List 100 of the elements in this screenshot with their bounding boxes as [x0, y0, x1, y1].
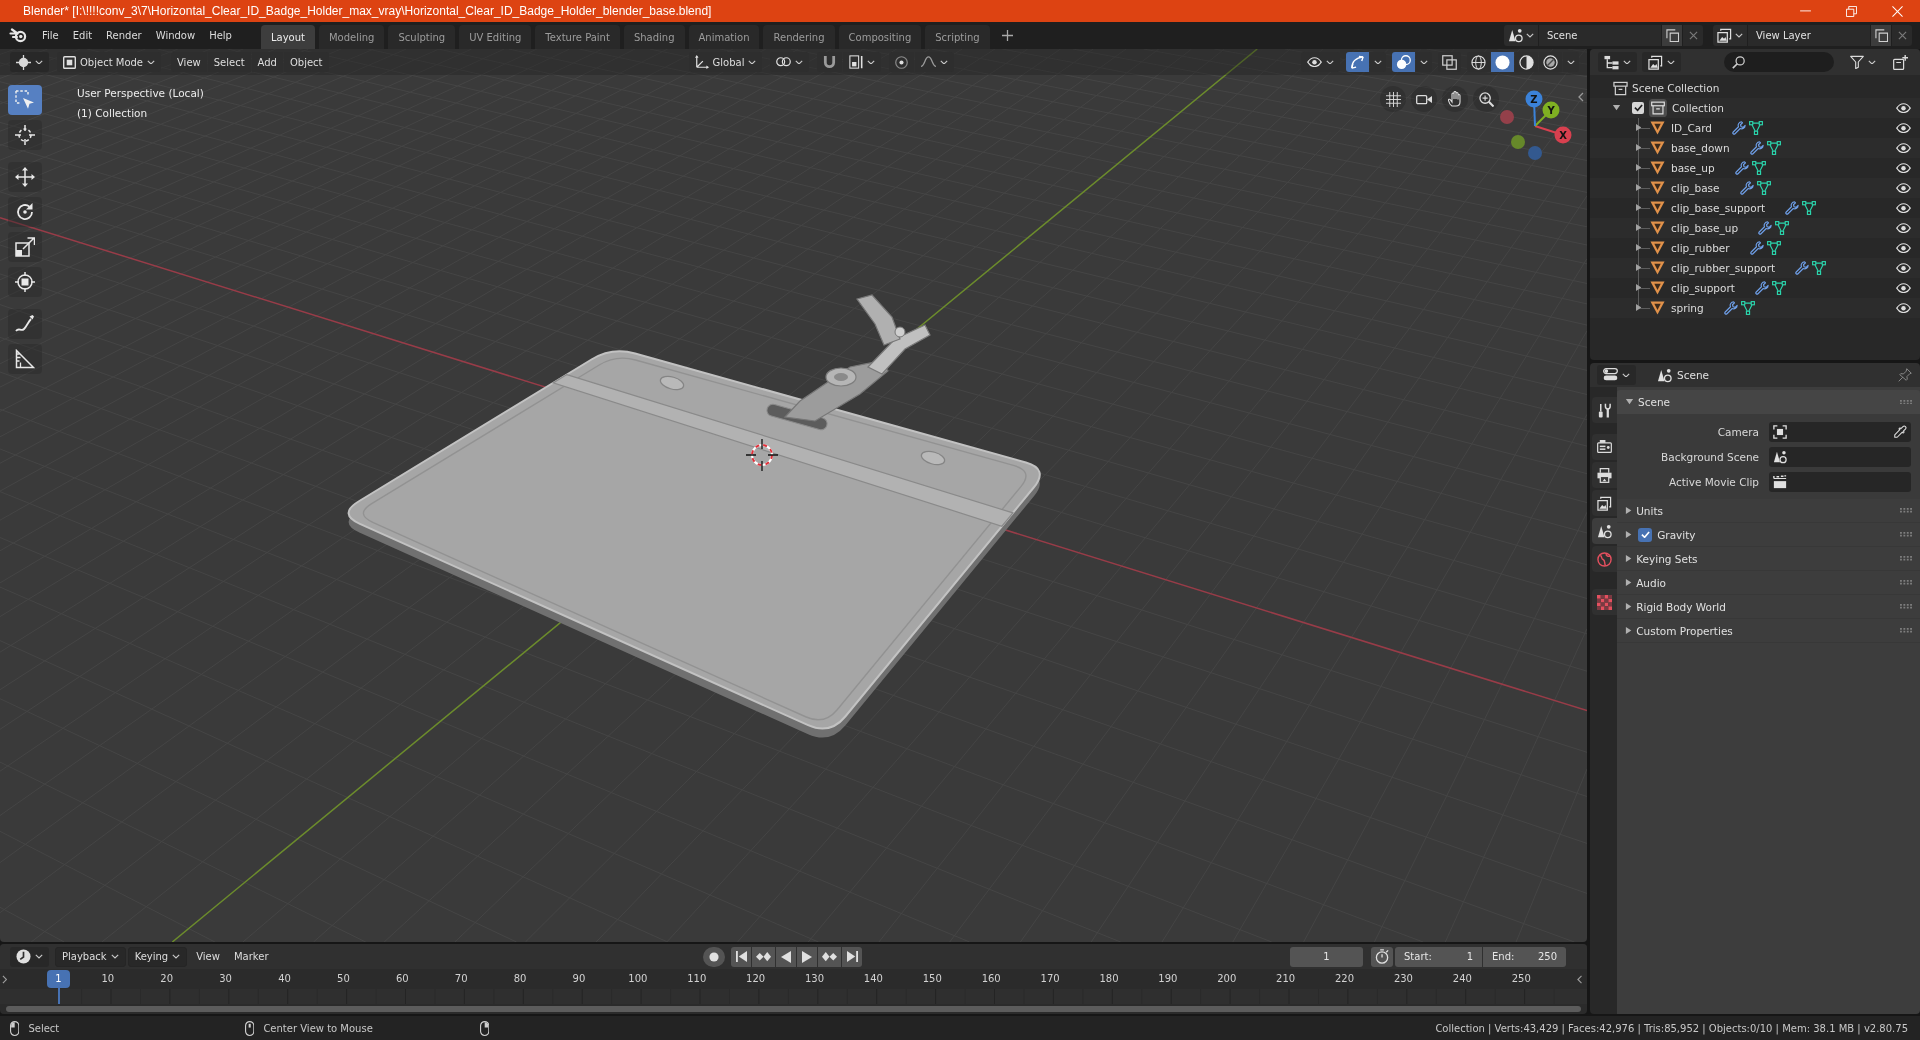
menu-item[interactable]: File — [35, 25, 66, 46]
editor-type-button[interactable] — [10, 946, 49, 967]
editor-type-button[interactable] — [10, 52, 49, 72]
view-layer-name-field[interactable]: View Layer — [1748, 25, 1870, 46]
shading-mode-button[interactable] — [1515, 52, 1538, 72]
checkbox[interactable] — [1638, 527, 1653, 542]
disclosure-triangle-icon[interactable] — [1636, 164, 1642, 171]
wrench-icon[interactable] — [1795, 261, 1810, 275]
properties-tab[interactable] — [1592, 490, 1617, 516]
camera-view-button[interactable] — [1411, 86, 1437, 112]
view-layer-browse-button[interactable] — [1713, 25, 1747, 46]
panel-header[interactable]: Gravity — [1617, 523, 1920, 547]
data-block-field[interactable] — [1769, 421, 1911, 442]
outliner-item[interactable]: spring — [1590, 298, 1920, 318]
wrench-icon[interactable] — [1754, 281, 1769, 295]
panel-header[interactable]: Custom Properties — [1617, 619, 1920, 643]
outliner-item[interactable]: Scene Collection — [1590, 78, 1920, 98]
axis-handle[interactable]: X — [1534, 125, 1572, 144]
outliner-item[interactable]: clip_support — [1590, 278, 1920, 298]
display-mode-button[interactable] — [1642, 52, 1681, 72]
triangle-vertices-icon[interactable] — [1802, 201, 1817, 215]
outliner-item[interactable]: base_down — [1590, 138, 1920, 158]
tool-button[interactable] — [8, 162, 42, 192]
mode-dropdown[interactable]: Object Mode — [57, 52, 161, 72]
chevron-left-icon[interactable] — [1578, 92, 1584, 102]
data-block-field[interactable] — [1769, 446, 1911, 467]
eye-icon[interactable] — [1896, 222, 1911, 234]
disclosure-triangle-icon[interactable] — [1636, 224, 1642, 231]
triangle-vertices-icon[interactable] — [1766, 241, 1781, 255]
play-button[interactable] — [797, 946, 818, 967]
next-keyframe-button[interactable] — [818, 946, 842, 967]
triangle-vertices-icon[interactable] — [1751, 161, 1766, 175]
workspace-tab[interactable]: Shading — [623, 25, 685, 49]
workspace-tab[interactable]: Scripting — [925, 25, 990, 49]
eye-icon[interactable] — [1896, 282, 1911, 294]
wrench-icon[interactable] — [1758, 221, 1773, 235]
wrench-icon[interactable] — [1734, 161, 1749, 175]
eye-icon[interactable] — [1896, 142, 1911, 154]
search-field[interactable] — [1724, 52, 1834, 72]
disclosure-triangle-icon[interactable] — [1636, 124, 1642, 131]
dropdown-menu[interactable]: Keying — [127, 946, 188, 967]
tool-button[interactable] — [8, 267, 42, 297]
overlay-toggle-button[interactable] — [1392, 52, 1415, 72]
workspace-tab[interactable]: UV Editing — [459, 25, 532, 49]
chevron-right-icon[interactable] — [2, 974, 8, 984]
add-icon[interactable] — [1001, 30, 1013, 41]
scene-browse-button[interactable] — [1504, 25, 1538, 46]
disclosure-triangle-icon[interactable] — [1636, 204, 1642, 211]
menu-item[interactable]: Help — [202, 25, 239, 46]
drag-handle-icon[interactable] — [1900, 628, 1912, 633]
eye-icon[interactable] — [1896, 242, 1911, 254]
drag-handle-icon[interactable] — [1900, 399, 1912, 405]
tool-button[interactable] — [8, 344, 42, 374]
pan-view-button[interactable] — [1442, 86, 1468, 112]
jump-end-button[interactable] — [842, 946, 863, 967]
menu-item[interactable]: Add — [251, 52, 283, 72]
eyedropper-icon[interactable] — [1893, 424, 1907, 439]
menu-item[interactable]: Render — [99, 25, 149, 46]
tool-button[interactable] — [8, 197, 42, 227]
menu-item[interactable]: Object — [283, 52, 329, 72]
remove-view-layer-button[interactable] — [1892, 25, 1912, 46]
eye-icon[interactable] — [1896, 202, 1911, 214]
panel-header[interactable]: Units — [1617, 499, 1920, 523]
drag-handle-icon[interactable] — [1900, 604, 1912, 609]
eye-icon[interactable] — [1896, 302, 1911, 314]
disclosure-triangle-icon[interactable] — [1636, 284, 1642, 291]
workspace-tab[interactable]: Rendering — [763, 25, 835, 49]
eye-icon[interactable] — [1896, 182, 1911, 194]
wrench-icon[interactable] — [1739, 181, 1754, 195]
disclosure-triangle-icon[interactable] — [1636, 184, 1642, 191]
workspace-tab[interactable]: Animation — [688, 25, 760, 49]
disclosure-triangle-icon[interactable] — [1636, 244, 1642, 251]
outliner-item[interactable]: base_up — [1590, 158, 1920, 178]
panel-header[interactable]: Audio — [1617, 571, 1920, 595]
drag-handle-icon[interactable] — [1900, 508, 1912, 513]
pin-icon[interactable] — [1898, 368, 1912, 382]
axis-ball-icon[interactable] — [1511, 135, 1525, 149]
logo-icon[interactable] — [9, 28, 27, 43]
properties-tab[interactable] — [1592, 462, 1617, 488]
triangle-vertices-icon[interactable] — [1740, 301, 1755, 315]
outliner-item[interactable]: clip_base_up — [1590, 218, 1920, 238]
new-view-layer-button[interactable] — [1871, 25, 1891, 46]
shading-mode-button[interactable] — [1467, 52, 1490, 72]
jump-start-button[interactable] — [731, 946, 752, 967]
workspace-tab[interactable]: Compositing — [838, 25, 922, 49]
previous-keyframe-button[interactable] — [752, 946, 776, 967]
outliner-item[interactable]: clip_rubber_support — [1590, 258, 1920, 278]
drag-handle-icon[interactable] — [1900, 532, 1912, 537]
disclosure-triangle-icon[interactable] — [1636, 304, 1642, 311]
current-frame-field[interactable]: 1 — [1290, 946, 1363, 967]
properties-tab[interactable] — [1592, 434, 1617, 460]
editor-type-button[interactable] — [1597, 365, 1636, 385]
horizontal-scrollbar[interactable] — [6, 1006, 1581, 1012]
wrench-icon[interactable] — [1723, 301, 1738, 315]
axis-handle[interactable]: Z — [1525, 90, 1543, 127]
menu-item[interactable]: View — [171, 52, 207, 72]
editor-type-button[interactable] — [1598, 52, 1637, 72]
panel-header[interactable]: Rigid Body World — [1617, 595, 1920, 619]
triangle-vertices-icon[interactable] — [1766, 141, 1781, 155]
wrench-icon[interactable] — [1732, 121, 1746, 135]
